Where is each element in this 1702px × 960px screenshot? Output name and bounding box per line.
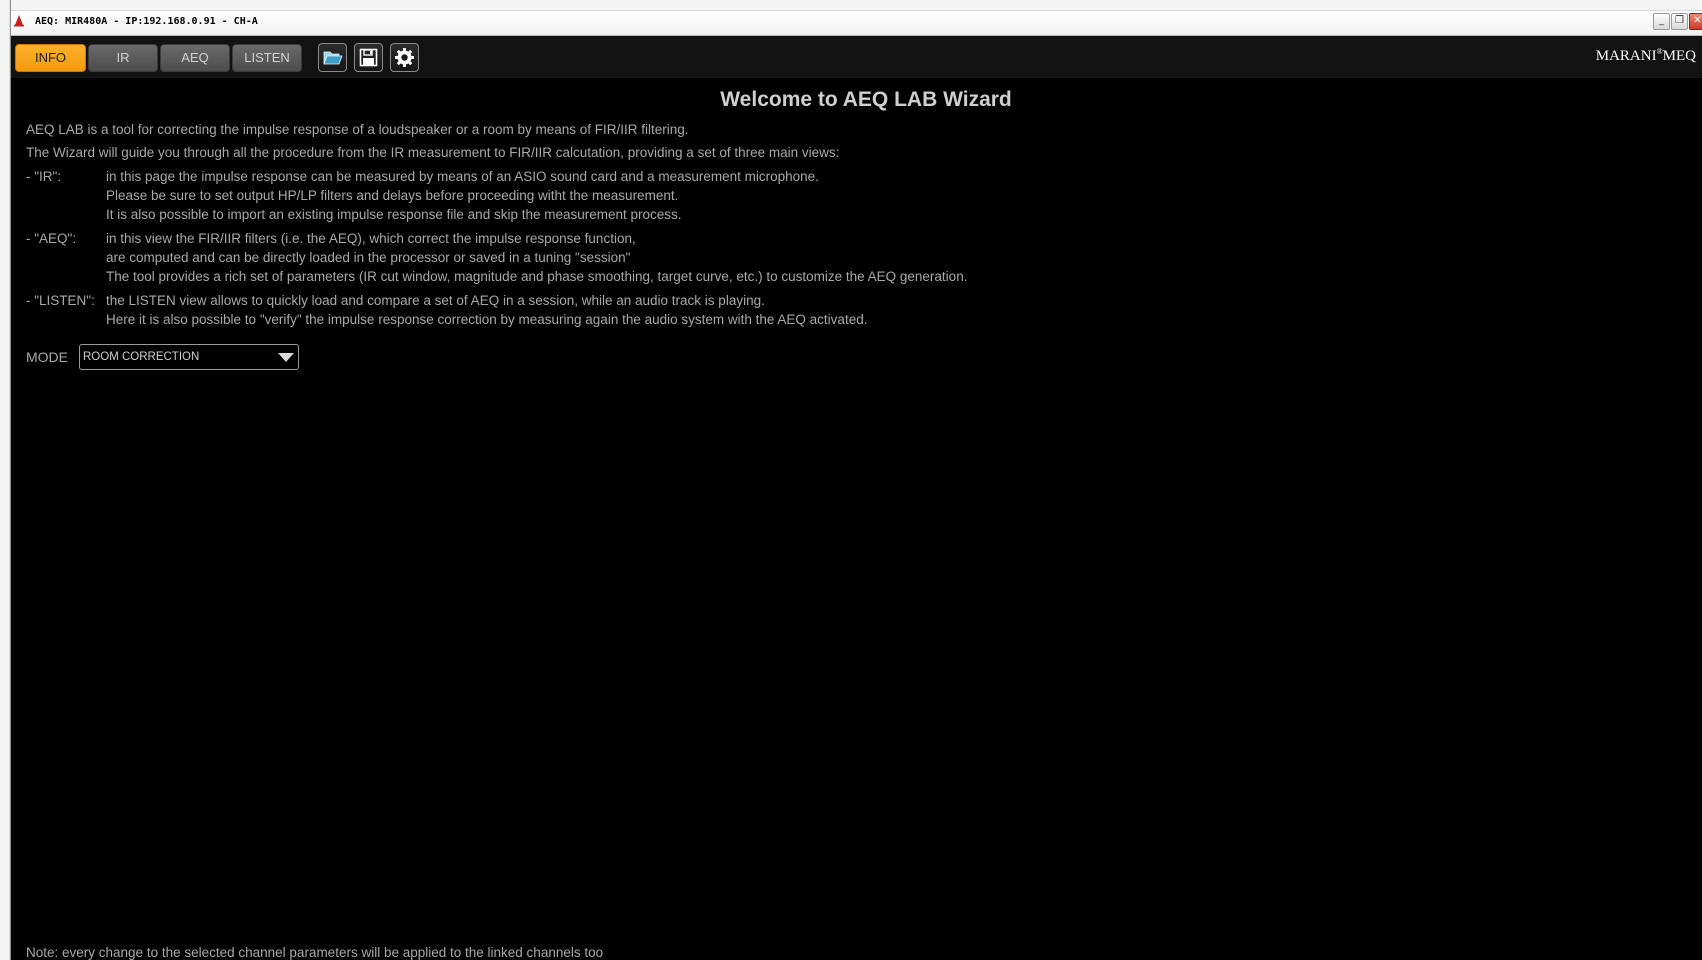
open-file-button[interactable] [318,43,347,72]
tab-ir[interactable]: IR [88,44,158,72]
view-desc-line: are computed and can be directly loaded … [106,250,631,265]
mode-selected-value: ROOM CORRECTION [83,351,200,363]
view-desc-line: in this page the impulse response can be… [106,169,819,184]
view-term-listen: - "LISTEN": [26,293,95,308]
view-desc-line: the LISTEN view allows to quickly load a… [106,293,765,308]
tab-info[interactable]: INFO [15,44,86,72]
save-icon [359,48,378,67]
brand-logo: MARANI®MEQ [1595,47,1696,64]
tab-aeq[interactable]: AEQ [160,44,230,72]
view-desc-line: It is also possible to import an existin… [106,207,682,222]
info-page: Welcome to AEQ LAB Wizard AEQ LAB is a t… [11,78,1702,960]
view-term-ir: - "IR": [26,169,62,184]
title-bar[interactable] [11,10,1702,36]
page-title: Welcome to AEQ LAB Wizard [720,88,1012,111]
toolbar: INFO IR AEQ LISTEN MARANI®MEQ [11,36,1702,78]
app-logo-icon [13,14,25,27]
close-button[interactable]: ✕ [1689,13,1702,30]
intro-line-1: AEQ LAB is a tool for correcting the imp… [26,122,689,137]
mode-label: MODE [26,349,68,365]
footer-note: Note: every change to the selected chann… [26,945,604,960]
view-desc-line: in this view the FIR/IIR filters (i.e. t… [106,231,636,246]
folder-open-icon [323,51,343,65]
intro-line-2: The Wizard will guide you through all th… [26,145,840,160]
window-left-border [0,0,11,960]
settings-gear-icon [395,48,414,67]
view-term-aeq: - "AEQ": [26,231,77,246]
window-title: AEQ: MIR480A - IP:192.168.0.91 - CH-A [35,16,258,27]
app-window: AEQ: MIR480A - IP:192.168.0.91 - CH-A _ … [11,0,1702,960]
minimize-button[interactable]: _ [1653,13,1670,30]
restore-button[interactable]: ❐ [1671,13,1688,30]
save-button[interactable] [354,43,383,72]
tab-listen[interactable]: LISTEN [232,44,302,72]
view-desc-line: Please be sure to set output HP/LP filte… [106,188,679,203]
view-desc-line: Here it is also possible to "verify" the… [106,312,868,327]
view-desc-line: The tool provides a rich set of paramete… [106,269,968,284]
titlebar-top-strip [11,0,1702,10]
mode-dropdown[interactable]: ROOM CORRECTION [79,344,299,370]
settings-button[interactable] [390,43,419,72]
chevron-down-icon [278,353,294,362]
